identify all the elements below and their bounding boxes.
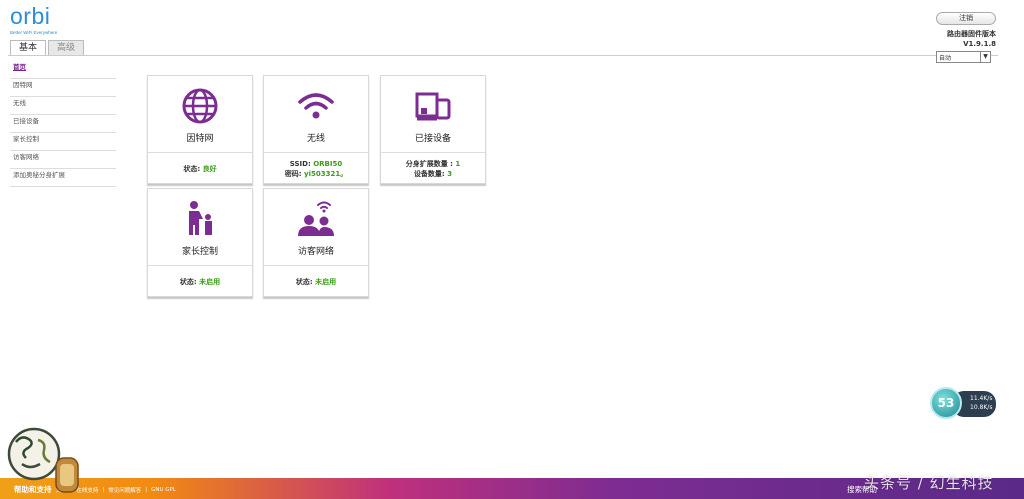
logout-button[interactable]: 注销 [936,12,996,25]
tab-basic[interactable]: 基本 [10,40,47,55]
footer-link-faq[interactable]: 常见问题解答 [108,486,141,494]
ssid-value: ORBI50 [313,159,343,168]
footer-separator: | [145,486,148,493]
language-selected-value: 自动 [939,54,952,62]
firmware-title: 路由器固件版本 [947,30,996,38]
parental-status-label: 状态: [179,277,197,286]
watermark-text: 头条号 / 幻生科技 [864,474,994,492]
guest-network-icon [298,201,334,236]
wifi-icon [298,93,334,119]
seal-stamp-logo [7,427,79,493]
devices-icon [415,92,451,121]
ssid-label: SSID: [289,159,311,168]
sidebar-item-attached-devices[interactable]: 已接设备 [10,115,116,133]
guest-status-label: 状态: [295,277,313,286]
internet-status: 状态: 良好 [148,153,252,184]
guest-network-card[interactable]: 访客网络 状态: 未启用 [263,188,369,297]
chevron-down-icon[interactable]: ▼ [980,52,990,62]
attached-devices-card-title: 已接设备 [414,134,451,144]
sidebar-item-guest-network[interactable]: 访客网络 [10,151,116,169]
wireless-card-title: 无线 [306,134,325,144]
header-divider [8,55,998,56]
sidebar-item-parental-controls[interactable]: 家长控制 [10,133,116,151]
footer-link-gpl[interactable]: GNU GPL [151,487,176,493]
internet-status-label: 状态: [183,164,201,173]
firmware-version: V1.9.1.8 [963,40,996,48]
parental-status-value: 未启用 [199,277,221,286]
speed-percent: 53 [937,396,955,410]
orbi-logo[interactable]: orbi Better WiFi Everywhere [10,4,57,35]
device-count-value: 3 [447,169,453,178]
speed-percent-badge: 53 [930,387,962,419]
main-tabs: 基本 高级 [10,40,86,55]
upload-speed: 11.4K/s [970,395,993,402]
router-admin-page: orbi Better WiFi Everywhere 基本 高级 注销 路由器… [0,0,1024,499]
guest-status-value: 未启用 [315,277,337,286]
guest-network-card-title: 访客网络 [297,247,334,257]
internet-card[interactable]: 因特网 状态: 良好 [147,75,253,184]
sidebar-item-home[interactable]: 首页 [10,61,116,79]
tab-advanced[interactable]: 高级 [48,40,85,55]
logo-text: orbi [10,3,51,29]
parental-status: 状态: 未启用 [148,266,252,297]
logo-tagline: Better WiFi Everywhere [10,30,58,35]
globe-icon [182,88,218,124]
wireless-info: SSID: ORBI50 密码: yi503321。 [264,153,368,184]
footer-separator: | [102,486,105,493]
password-value: yi503321。 [304,169,348,178]
devices-info: 分身扩展数量 : 1 设备数量: 3 [381,153,485,184]
sidebar-item-add-satellite[interactable]: 添加奥秘分身扩展 [10,169,116,187]
parent-child-icon [189,201,212,235]
header-right-panel: 注销 路由器固件版本 V1.9.1.8 自动 ▼ [936,5,996,63]
password-label: 密码: [284,169,302,178]
internet-status-value: 良好 [202,164,217,173]
sidebar-item-internet[interactable]: 因特网 [10,79,116,97]
device-count-label: 设备数量: [413,169,445,178]
guest-status: 状态: 未启用 [264,266,368,297]
internet-card-title: 因特网 [186,134,214,144]
satellite-count-value: 1 [455,159,461,168]
language-select[interactable]: 自动 ▼ [936,51,991,63]
download-speed: 10.8K/s [970,404,993,411]
wireless-card[interactable]: 无线 SSID: ORBI50 密码: yi503321。 [263,75,369,184]
parental-controls-card-title: 家长控制 [181,247,218,257]
network-speed-widget[interactable]: 11.4K/s 10.8K/s 53 [928,383,998,421]
sidebar: 首页 因特网 无线 已接设备 家长控制 访客网络 添加奥秘分身扩展 [10,61,116,187]
parental-controls-card[interactable]: 家长控制 状态: 未启用 [147,188,253,297]
satellite-count-label: 分身扩展数量 : [405,159,453,168]
sidebar-item-wireless[interactable]: 无线 [10,97,116,115]
attached-devices-card[interactable]: 已接设备 分身扩展数量 : 1 设备数量: 3 [380,75,486,184]
